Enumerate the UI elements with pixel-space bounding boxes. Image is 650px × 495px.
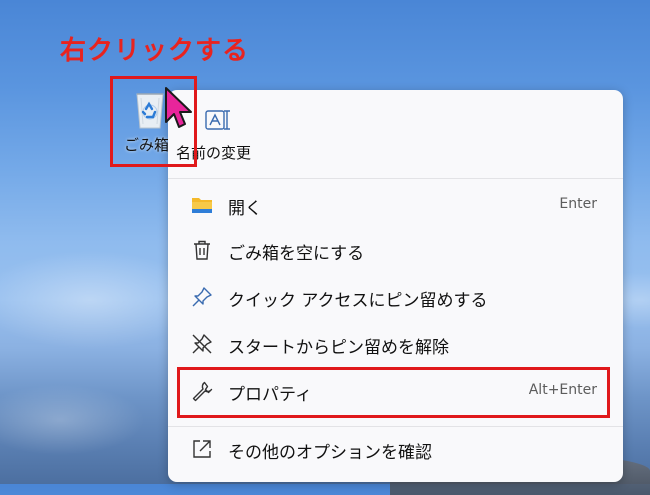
menu-item-open[interactable]: 開く Enter <box>180 185 611 225</box>
highlight-box-properties <box>177 367 610 418</box>
trash-icon <box>194 240 210 260</box>
menu-separator <box>168 426 623 427</box>
menu-item-label: ごみ箱を空にする <box>228 244 365 264</box>
menu-item-label: 開く <box>228 199 262 219</box>
menu-item-shortcut: Enter <box>559 196 597 212</box>
menu-item-label: その他のオプションを確認 <box>228 443 432 463</box>
menu-item-label: クイック アクセスにピン留めする <box>228 291 488 311</box>
share-icon <box>193 440 211 458</box>
menu-item-pin-quick-access[interactable]: クイック アクセスにピン留めする <box>180 277 611 317</box>
folder-icon <box>192 198 212 213</box>
menu-item-unpin-start[interactable]: スタートからピン留めを解除 <box>180 324 611 364</box>
menu-item-more-options[interactable]: その他のオプションを確認 <box>180 429 611 469</box>
unpin-icon <box>192 334 212 354</box>
mouse-cursor-icon <box>165 87 192 128</box>
pin-icon <box>192 287 212 307</box>
rename-icon <box>205 110 230 130</box>
menu-separator <box>168 178 623 179</box>
menu-item-empty-bin[interactable]: ごみ箱を空にする <box>180 230 611 270</box>
menu-item-label: スタートからピン留めを解除 <box>228 338 449 358</box>
context-menu: 名前の変更 開く Enter ごみ箱を空にする クイック アクセスにピン留めする <box>168 90 623 482</box>
annotation-text: 右クリックする <box>60 36 250 66</box>
